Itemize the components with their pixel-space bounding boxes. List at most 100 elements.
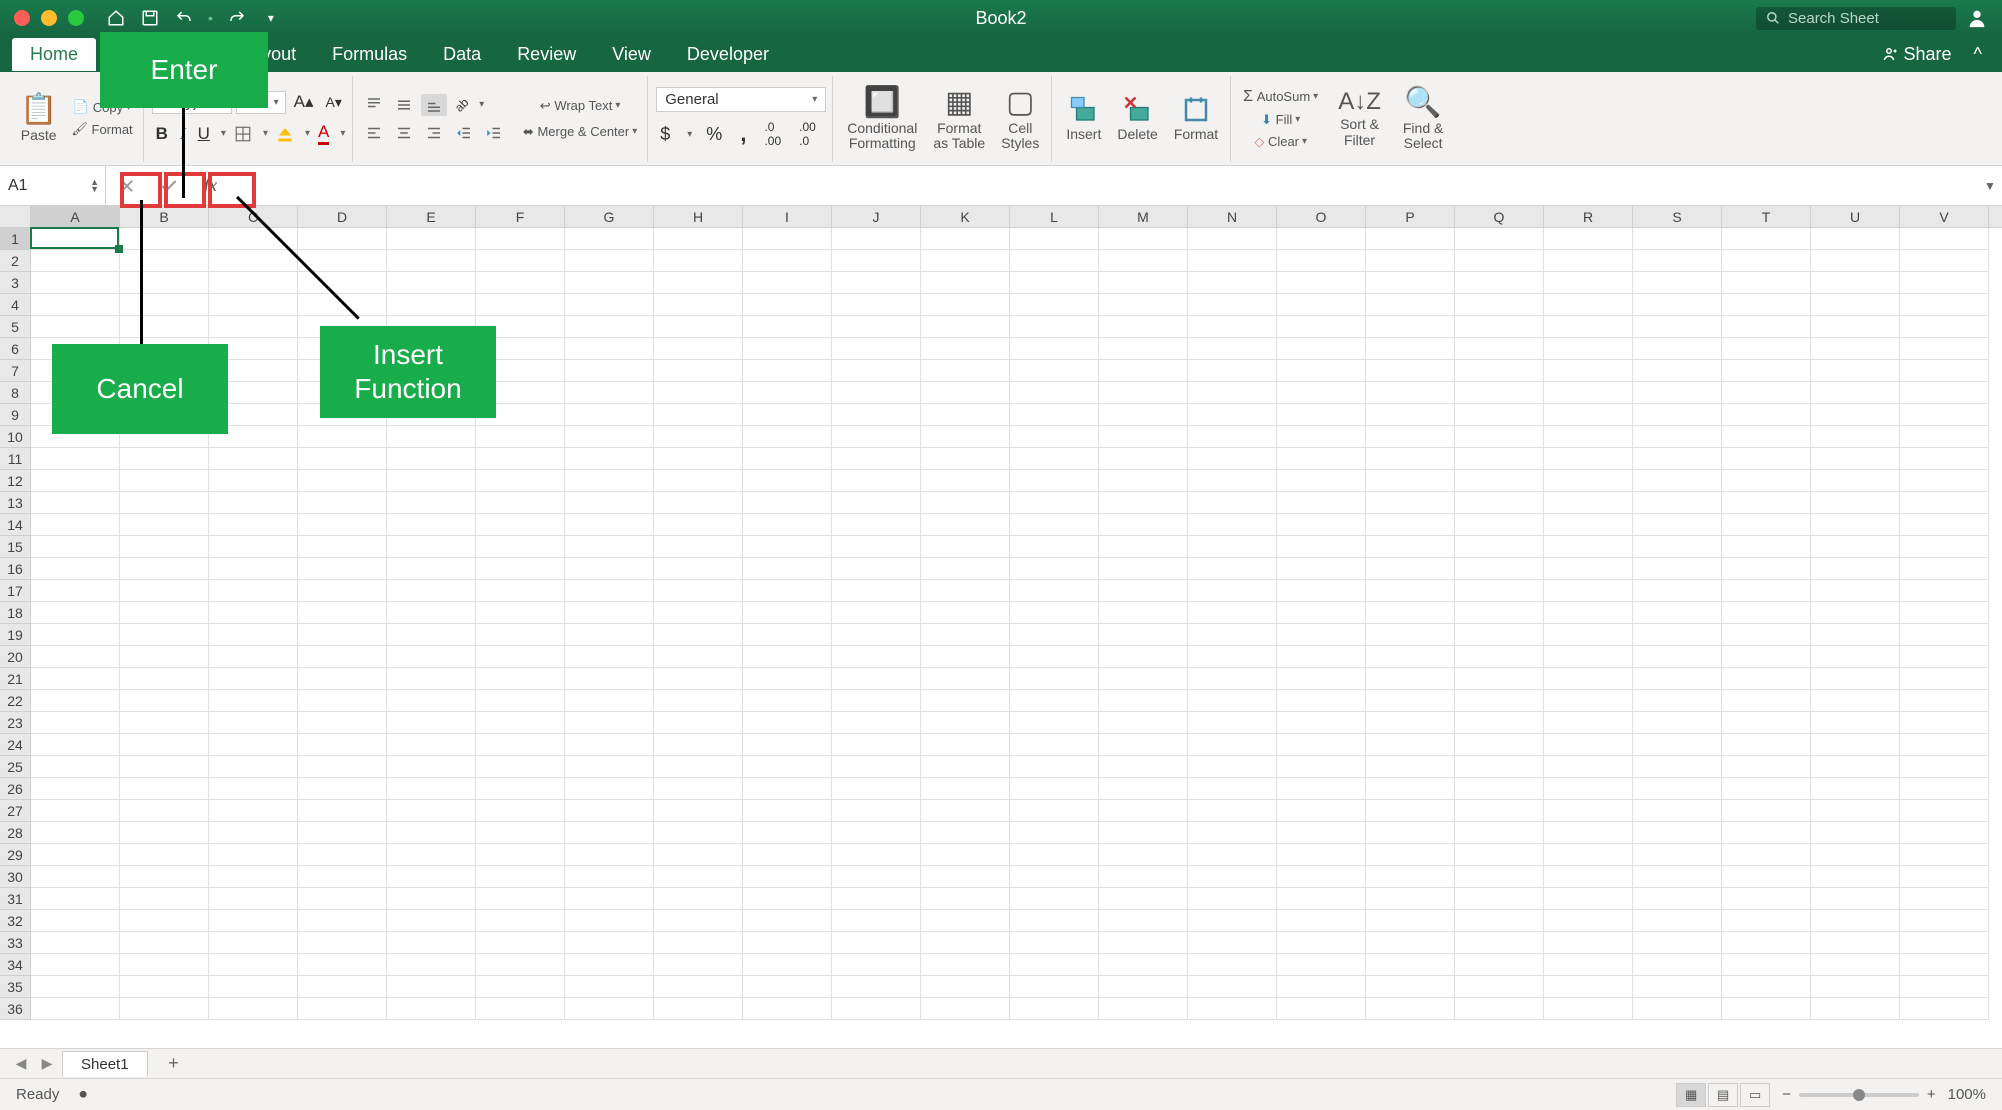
cell[interactable] <box>1188 404 1277 426</box>
cell[interactable] <box>1188 624 1277 646</box>
cell[interactable] <box>31 822 120 844</box>
cell[interactable] <box>654 272 743 294</box>
cell[interactable] <box>1010 646 1099 668</box>
cell[interactable] <box>120 558 209 580</box>
cell[interactable] <box>1900 272 1989 294</box>
cell[interactable] <box>1010 624 1099 646</box>
cell[interactable] <box>654 888 743 910</box>
profile-icon[interactable] <box>1966 7 1988 29</box>
cell[interactable] <box>1900 514 1989 536</box>
cell[interactable] <box>1277 998 1366 1020</box>
row-header-21[interactable]: 21 <box>0 668 31 690</box>
cell[interactable] <box>1188 888 1277 910</box>
cell[interactable] <box>1455 602 1544 624</box>
cell[interactable] <box>1811 910 1900 932</box>
cell[interactable] <box>298 668 387 690</box>
cell[interactable] <box>565 404 654 426</box>
cell[interactable] <box>654 404 743 426</box>
row-header-22[interactable]: 22 <box>0 690 31 712</box>
cell[interactable] <box>1900 294 1989 316</box>
macro-record-icon[interactable]: ⏺ <box>79 1086 87 1103</box>
cell[interactable] <box>1188 558 1277 580</box>
cell[interactable] <box>1010 558 1099 580</box>
cell[interactable] <box>1099 734 1188 756</box>
cell[interactable] <box>387 558 476 580</box>
column-header-r[interactable]: R <box>1544 206 1633 227</box>
cell[interactable] <box>1722 756 1811 778</box>
cell[interactable] <box>209 294 298 316</box>
cell[interactable] <box>476 250 565 272</box>
cell[interactable] <box>298 558 387 580</box>
row-header-4[interactable]: 4 <box>0 294 31 316</box>
cell[interactable] <box>565 822 654 844</box>
cell[interactable] <box>1811 800 1900 822</box>
cell[interactable] <box>565 976 654 998</box>
cell[interactable] <box>565 910 654 932</box>
cell[interactable] <box>31 998 120 1020</box>
cell[interactable] <box>1900 800 1989 822</box>
cell[interactable] <box>1188 646 1277 668</box>
cell[interactable] <box>1099 866 1188 888</box>
cell[interactable] <box>1722 448 1811 470</box>
cell[interactable] <box>1900 470 1989 492</box>
cell[interactable] <box>209 624 298 646</box>
cell[interactable] <box>1811 624 1900 646</box>
cell[interactable] <box>1010 844 1099 866</box>
cell[interactable] <box>1099 558 1188 580</box>
cell[interactable] <box>120 690 209 712</box>
cell[interactable] <box>565 954 654 976</box>
cell[interactable] <box>1544 250 1633 272</box>
cell[interactable] <box>1010 822 1099 844</box>
cell[interactable] <box>1900 756 1989 778</box>
cell[interactable] <box>387 228 476 250</box>
cell[interactable] <box>476 800 565 822</box>
cell[interactable] <box>31 470 120 492</box>
cell[interactable] <box>1099 756 1188 778</box>
cell[interactable] <box>1811 426 1900 448</box>
cell[interactable] <box>298 514 387 536</box>
cell[interactable] <box>1366 360 1455 382</box>
undo-icon[interactable] <box>174 8 194 28</box>
cell[interactable] <box>743 470 832 492</box>
cell[interactable] <box>298 734 387 756</box>
cell[interactable] <box>1188 998 1277 1020</box>
cell[interactable] <box>298 536 387 558</box>
cell[interactable] <box>921 734 1010 756</box>
collapse-ribbon-icon[interactable]: ^ <box>1974 44 1982 65</box>
cell[interactable] <box>1366 624 1455 646</box>
cell[interactable] <box>1455 998 1544 1020</box>
cell[interactable] <box>476 954 565 976</box>
cell[interactable] <box>476 932 565 954</box>
cell[interactable] <box>1366 712 1455 734</box>
cell[interactable] <box>1099 470 1188 492</box>
cell[interactable] <box>209 734 298 756</box>
cell[interactable] <box>1366 580 1455 602</box>
cell[interactable] <box>1633 536 1722 558</box>
cell[interactable] <box>565 316 654 338</box>
cell[interactable] <box>921 712 1010 734</box>
cell[interactable] <box>120 998 209 1020</box>
search-box[interactable] <box>1756 7 1956 30</box>
cell[interactable] <box>476 888 565 910</box>
cell[interactable] <box>31 492 120 514</box>
cell[interactable] <box>1455 910 1544 932</box>
fill-button[interactable]: ⬇ Fill▾ <box>1239 110 1322 130</box>
cell[interactable] <box>1188 932 1277 954</box>
cell[interactable] <box>1722 998 1811 1020</box>
cell[interactable] <box>1277 426 1366 448</box>
cell[interactable] <box>476 778 565 800</box>
cell[interactable] <box>1010 470 1099 492</box>
cell[interactable] <box>31 580 120 602</box>
fill-color-button[interactable] <box>272 123 298 145</box>
cell[interactable] <box>1900 668 1989 690</box>
cell[interactable] <box>1633 382 1722 404</box>
cell[interactable] <box>1366 448 1455 470</box>
cell[interactable] <box>1099 778 1188 800</box>
cell[interactable] <box>1366 756 1455 778</box>
column-header-l[interactable]: L <box>1010 206 1099 227</box>
cell[interactable] <box>209 492 298 514</box>
cell[interactable] <box>1544 844 1633 866</box>
cell[interactable] <box>1188 778 1277 800</box>
select-all-corner[interactable] <box>0 206 31 227</box>
cell[interactable] <box>1277 866 1366 888</box>
